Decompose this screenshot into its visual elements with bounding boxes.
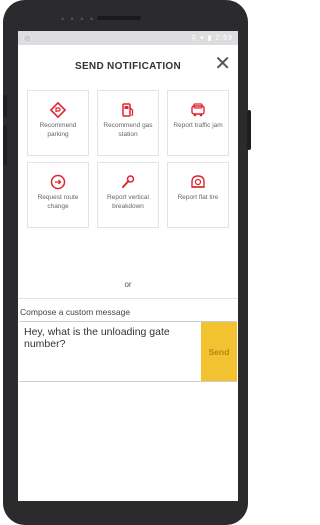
phone-side-button bbox=[3, 95, 7, 117]
phone-side-button bbox=[247, 110, 251, 150]
or-separator: or bbox=[124, 280, 132, 289]
option-report-traffic-jam[interactable]: Report traffic jam bbox=[167, 90, 229, 156]
phone-frame: • • • • ⚲ ▾ ▮ 2:59 SEND NOTIFICATION ✕ R… bbox=[3, 0, 248, 525]
status-time: 2:59 bbox=[215, 35, 233, 42]
phone-sensor-dots: • • • • bbox=[61, 14, 96, 24]
notification-options-grid: Recommend parking Recommend gas station bbox=[27, 90, 229, 228]
compose-label: Compose a custom message bbox=[20, 307, 131, 317]
dialog-title: SEND NOTIFICATION bbox=[74, 61, 182, 72]
option-label: Report flat tire bbox=[177, 194, 219, 201]
parking-sign-icon bbox=[49, 101, 67, 119]
dialog-header: SEND NOTIFICATION ✕ bbox=[18, 45, 238, 87]
phone-side-button bbox=[3, 125, 7, 165]
send-button[interactable]: Send bbox=[201, 322, 237, 381]
option-label: Report vertical breakdown bbox=[107, 194, 149, 210]
option-label: Recommend parking bbox=[39, 122, 77, 138]
gas-pump-icon bbox=[122, 103, 134, 117]
location-icon: ⚲ bbox=[191, 35, 198, 42]
status-icons: ⚲ ▾ ▮ 2:59 bbox=[191, 34, 233, 42]
wrench-icon bbox=[122, 175, 135, 188]
route-change-icon bbox=[50, 174, 66, 190]
divider bbox=[18, 298, 238, 299]
option-request-route-change[interactable]: Request route change bbox=[27, 162, 89, 228]
option-label: Recommend gas station bbox=[103, 122, 153, 138]
option-recommend-parking[interactable]: Recommend parking bbox=[27, 90, 89, 156]
option-label: Report traffic jam bbox=[173, 122, 223, 129]
message-input[interactable]: Hey, what is the unloading gate number? bbox=[24, 326, 194, 350]
traffic-jam-icon bbox=[191, 103, 205, 117]
option-report-flat-tire[interactable]: Report flat tire bbox=[167, 162, 229, 228]
option-report-vertical-breakdown[interactable]: Report vertical breakdown bbox=[97, 162, 159, 228]
option-label: Request route change bbox=[37, 194, 79, 210]
app-screen: ⚲ ▾ ▮ 2:59 SEND NOTIFICATION ✕ Recommend… bbox=[18, 31, 238, 501]
compose-box: Hey, what is the unloading gate number? … bbox=[19, 321, 237, 382]
battery-icon: ▮ bbox=[207, 35, 213, 42]
front-camera bbox=[23, 34, 32, 43]
close-icon[interactable]: ✕ bbox=[214, 54, 231, 74]
option-recommend-gas-station[interactable]: Recommend gas station bbox=[97, 90, 159, 156]
flat-tire-icon bbox=[191, 175, 205, 188]
signal-icon: ▾ bbox=[200, 35, 205, 42]
status-bar: ⚲ ▾ ▮ 2:59 bbox=[18, 31, 238, 45]
phone-speaker bbox=[97, 16, 141, 20]
